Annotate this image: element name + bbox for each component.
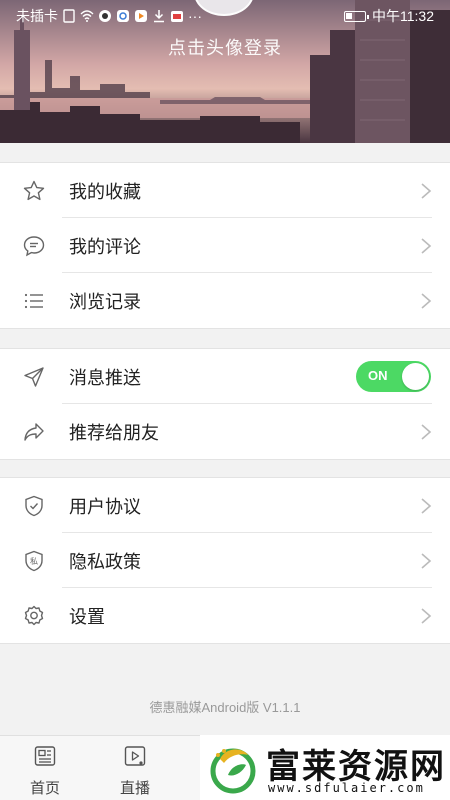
menu-item-label: 隐私政策	[69, 551, 141, 572]
menu-item-user-agreement[interactable]: 用户协议	[0, 478, 450, 533]
toggle-knob	[402, 363, 429, 390]
toggle-state-label: ON	[368, 368, 388, 383]
gear-icon	[24, 605, 44, 626]
chevron-right-icon	[421, 183, 432, 199]
tab-label: 首页	[29, 780, 60, 797]
chevron-right-icon	[421, 424, 432, 440]
chevron-right-icon	[421, 553, 432, 569]
profile-header: 未插卡 ··· 中午11:32 点击头像登录	[0, 0, 450, 143]
menu-item-label: 消息推送	[69, 367, 141, 388]
chevron-right-icon	[421, 498, 432, 514]
app-notification-icon	[99, 10, 111, 22]
wifi-icon	[80, 10, 94, 22]
tab-live[interactable]: 直播	[90, 736, 180, 800]
news-icon	[34, 746, 56, 766]
menu-item-label: 推荐给朋友	[69, 422, 159, 443]
menu-item-history[interactable]: 浏览记录	[0, 273, 450, 328]
chevron-right-icon	[421, 238, 432, 254]
menu-item-label: 设置	[69, 606, 105, 627]
site-watermark: 富莱资源网 www.sdfulaier.com	[200, 735, 450, 800]
menu-item-favorites[interactable]: 我的收藏	[0, 163, 450, 218]
menu-item-label: 用户协议	[69, 496, 141, 517]
chevron-right-icon	[421, 608, 432, 624]
comment-icon	[23, 236, 45, 257]
login-prompt[interactable]: 点击头像登录	[0, 34, 450, 60]
battery-icon	[344, 10, 369, 22]
app-notification-icon	[117, 10, 129, 22]
watermark-url: www.sdfulaier.com	[268, 781, 425, 795]
star-icon	[23, 180, 45, 201]
send-icon	[24, 367, 44, 387]
shield-check-icon	[25, 495, 43, 517]
download-icon	[154, 10, 164, 23]
privacy-badge-text: 私	[30, 557, 38, 566]
menu-item-privacy-policy[interactable]: 私 隐私政策	[0, 533, 450, 588]
list-icon	[24, 293, 43, 309]
push-toggle[interactable]: ON	[356, 361, 431, 392]
share-icon	[24, 423, 44, 441]
app-version-text: 德惠融媒Android版 V1.1.1	[149, 700, 301, 715]
more-notifications: ···	[188, 8, 202, 24]
menu-item-comments[interactable]: 我的评论	[0, 218, 450, 273]
sim-icon	[63, 9, 75, 23]
shield-private-icon: 私	[25, 550, 43, 572]
tab-label: 直播	[119, 780, 150, 797]
app-notification-icon	[171, 11, 183, 22]
tab-home[interactable]: 首页	[0, 736, 90, 800]
menu-group-legal: 用户协议 私 隐私政策 设置	[0, 477, 450, 644]
live-video-icon	[124, 746, 146, 766]
menu-group-personal: 我的收藏 我的评论 浏览记录	[0, 162, 450, 329]
menu-item-share[interactable]: 推荐给朋友	[0, 404, 450, 459]
leaf-logo-icon	[210, 748, 256, 794]
menu-item-settings[interactable]: 设置	[0, 588, 450, 643]
carrier-text: 未插卡	[16, 8, 58, 24]
menu-item-label: 我的评论	[69, 236, 141, 257]
video-app-icon	[135, 10, 147, 22]
menu-item-label: 我的收藏	[69, 181, 141, 202]
clock-text: 中午11:32	[372, 8, 434, 24]
menu-group-notify: 消息推送 ON 推荐给朋友	[0, 348, 450, 460]
menu-item-label: 浏览记录	[69, 291, 141, 312]
menu-item-push: 消息推送 ON	[0, 349, 450, 404]
chevron-right-icon	[421, 293, 432, 309]
